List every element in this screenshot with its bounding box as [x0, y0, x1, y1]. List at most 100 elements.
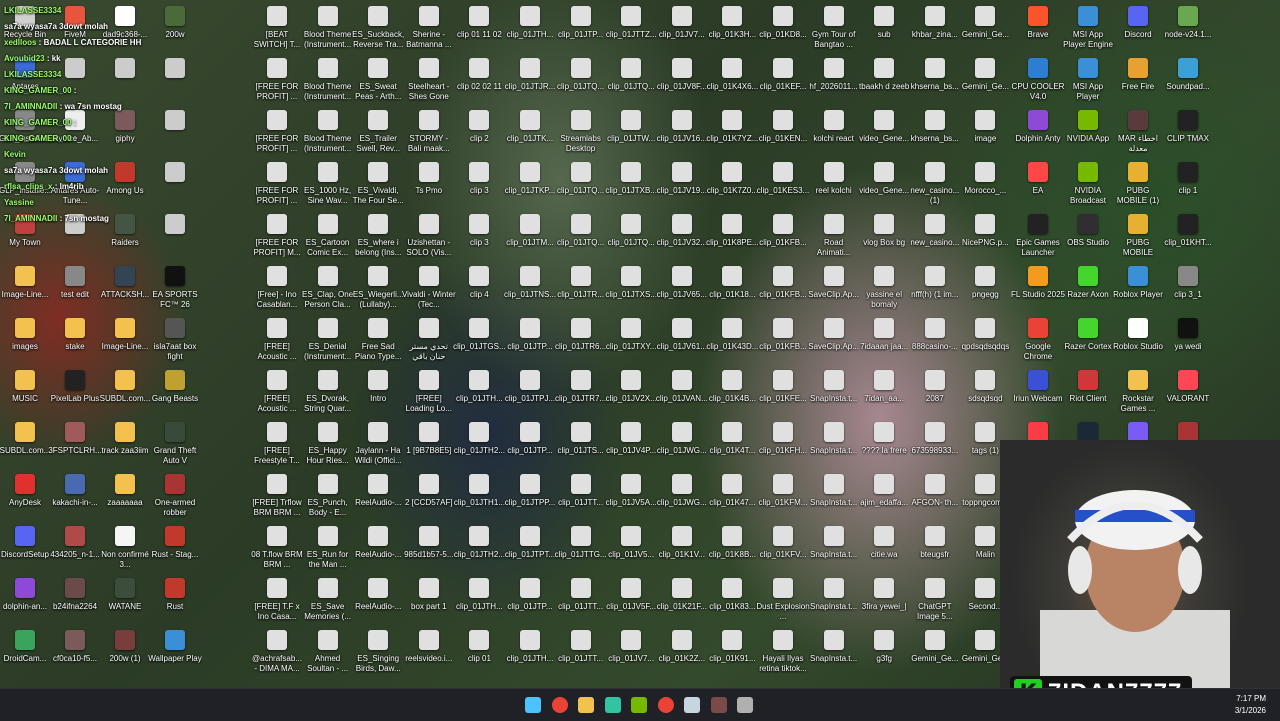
desktop-icon[interactable]: citie.wa: [859, 526, 909, 578]
desktop-icon[interactable]: clip_01K2Z...: [657, 630, 707, 682]
desktop-icon[interactable]: [Free] - Ino Casablan...: [252, 266, 302, 318]
desktop-icon[interactable]: clip_01JTXY...: [606, 318, 656, 370]
desktop-icon[interactable]: zaaaaaaa: [100, 474, 150, 526]
desktop-icon[interactable]: [FREE FOR PROFIT] ...: [252, 162, 302, 214]
desktop-icon[interactable]: SaveClip.Ap...: [808, 266, 859, 318]
desktop-icon[interactable]: CLIP TMAX: [1163, 110, 1213, 162]
desktop-icon[interactable]: SnapInsta.t...: [809, 526, 859, 578]
desktop-icon[interactable]: Morocco_...: [960, 162, 1010, 214]
desktop-icon[interactable]: clip 1: [1163, 162, 1213, 214]
desktop-icon[interactable]: Uzishettan - SOLO (Vis...: [404, 214, 454, 266]
desktop-icon[interactable]: [FREE] Loading Lo...: [404, 370, 454, 422]
desktop-icon[interactable]: 2 [CCD57AF]: [404, 474, 454, 526]
desktop-icon[interactable]: Riot Client: [1063, 370, 1113, 422]
desktop-icon[interactable]: clip_01JV5...: [606, 526, 656, 578]
desktop-icon[interactable]: clip 4: [454, 266, 504, 318]
desktop-icon[interactable]: @achrafsab... - DIMA MA...: [252, 630, 302, 682]
steam-button[interactable]: [680, 693, 704, 717]
desktop-icon[interactable]: 985d1b57-5...: [404, 526, 454, 578]
desktop-icon[interactable]: clip_01JTH...: [454, 370, 504, 422]
desktop-icon[interactable]: MSI App Player: [1063, 58, 1113, 110]
desktop-icon[interactable]: EA SPORTS FC™ 26: [150, 266, 200, 318]
desktop-icon[interactable]: clip_01K18...: [707, 266, 757, 318]
desktop-icon[interactable]: clip 2: [454, 110, 504, 162]
desktop-icon[interactable]: sdsqdsqd: [960, 370, 1010, 422]
desktop-icon[interactable]: ES_Sweat Peas - Arth...: [353, 58, 403, 110]
desktop-icon[interactable]: yassine el bomaly: [859, 266, 909, 318]
desktop-icon[interactable]: isla7aat box fight: [150, 318, 200, 370]
desktop-icon[interactable]: node-v24.1...: [1163, 6, 1213, 58]
desktop-icon[interactable]: Streamlabs Desktop: [556, 110, 606, 162]
desktop-icon[interactable]: 2087: [910, 370, 960, 422]
desktop-icon[interactable]: ajim_edaffa...: [859, 474, 909, 526]
system-clock[interactable]: 7:17 PM 3/1/2026: [1235, 693, 1266, 717]
desktop-icon[interactable]: ES_Save Memories (...: [303, 578, 353, 630]
desktop-icon[interactable]: clip_01K4T...: [707, 422, 757, 474]
desktop-icon[interactable]: [FREE] Acoustic ...: [252, 370, 302, 422]
desktop-icon[interactable]: Razer Axon: [1063, 266, 1113, 318]
desktop-icon[interactable]: clip_01JV4P...: [606, 422, 656, 474]
desktop-icon[interactable]: new_casino...(1): [910, 162, 960, 214]
desktop-icon[interactable]: clip_01JTQ...: [606, 58, 656, 110]
desktop-icon[interactable]: clip_01K8B...: [707, 526, 757, 578]
desktop-icon[interactable]: ES_Denial (Instrument...: [303, 318, 353, 370]
desktop-icon[interactable]: vlog Box bg: [859, 214, 909, 266]
desktop-icon[interactable]: clip_01KFB...: [758, 318, 808, 370]
desktop-icon[interactable]: clip_01JTP...: [505, 318, 555, 370]
desktop-icon[interactable]: 888casino-...: [910, 318, 960, 370]
desktop-icon[interactable]: Discord: [1113, 6, 1163, 58]
desktop-icon[interactable]: AnyDesk: [0, 474, 50, 526]
desktop-icon[interactable]: b24ifna2264: [50, 578, 100, 630]
desktop-icon[interactable]: clip_01K1V...: [657, 526, 707, 578]
start-button[interactable]: [521, 693, 545, 717]
desktop-icon[interactable]: Gemini_Ge...: [910, 630, 960, 682]
desktop-icon[interactable]: clip_01JTH...: [505, 6, 555, 58]
desktop-icon[interactable]: clip_01JTP...: [505, 422, 555, 474]
streamlabs-button[interactable]: [601, 693, 625, 717]
desktop-icon[interactable]: 3fira yewei_|: [859, 578, 909, 630]
desktop-icon[interactable]: SUBDL.com...: [100, 370, 150, 422]
desktop-icon[interactable]: dad9c368-...: [100, 6, 150, 58]
desktop-icon[interactable]: ES_Clap, One Person Cla...: [302, 266, 353, 318]
desktop-icon[interactable]: ES_Happy Hour Ries...: [303, 422, 353, 474]
desktop-icon[interactable]: [FREE] T.F x Ino Casa...: [252, 578, 302, 630]
desktop-icon[interactable]: [BEAT SWITCH] T...: [252, 6, 302, 58]
desktop-icon[interactable]: Epic Games Launcher: [1013, 214, 1063, 266]
app-button[interactable]: [707, 693, 731, 717]
desktop-icon[interactable]: 3FSPTCLRH...: [48, 422, 102, 474]
desktop-icon[interactable]: clip_01JV8F...: [657, 58, 707, 110]
desktop-icon[interactable]: clip 02 02 11: [454, 58, 504, 110]
desktop-icon[interactable]: clip_01KFV...: [758, 526, 808, 578]
desktop-icon[interactable]: clip_01JTS...: [556, 422, 606, 474]
desktop-icon[interactable]: Rust - Stag...: [150, 526, 200, 578]
desktop-icon[interactable]: clip_01JWG...: [657, 474, 707, 526]
desktop-icon[interactable]: clip_01JTH2...: [454, 526, 505, 578]
desktop-icon[interactable]: ES_Dvorak, String Quar...: [303, 370, 353, 422]
desktop-icon[interactable]: FiveM: [50, 6, 100, 58]
desktop-icon[interactable]: GLP_installe...: [0, 110, 51, 162]
desktop-icon[interactable]: ES_Suckback, Reverse Tra...: [352, 6, 404, 58]
desktop-icon[interactable]: PixelLab Plus: [50, 370, 100, 422]
desktop-icon[interactable]: clip_01KFE...: [758, 370, 808, 422]
desktop-icon[interactable]: clip_01JTH...: [454, 578, 504, 630]
desktop-icon[interactable]: kolchi react: [809, 110, 859, 162]
desktop-icon[interactable]: clip 3_1: [1163, 266, 1213, 318]
desktop-icon[interactable]: clip_01JTQ...: [556, 58, 606, 110]
desktop-icon[interactable]: ES_Vivaldi, The Four Se...: [353, 162, 404, 214]
desktop-icon[interactable]: clip_01JTR6...: [555, 318, 606, 370]
desktop-icon[interactable]: clip_01JTR7...: [555, 370, 606, 422]
desktop-icon[interactable]: Rust: [150, 578, 200, 630]
desktop-icon[interactable]: clip_01JTM...: [505, 214, 555, 266]
desktop-icon[interactable]: VALORANT: [1163, 370, 1213, 422]
desktop-icon[interactable]: [50, 58, 100, 110]
desktop-icon[interactable]: clip_01JTTZ...: [606, 6, 657, 58]
desktop-icon[interactable]: ES_Wiegerli... (Lullaby)...: [353, 266, 404, 318]
chrome-button-2[interactable]: [654, 693, 678, 717]
desktop-icon[interactable]: clip_01JV61...: [657, 318, 707, 370]
desktop-icon[interactable]: [50, 214, 100, 266]
desktop-icon[interactable]: clip_01JTT...: [556, 578, 606, 630]
desktop-icon[interactable]: clip_01K7YZ...: [706, 110, 758, 162]
desktop-icon[interactable]: clip_01K47...: [707, 474, 757, 526]
desktop-icon[interactable]: Hayali Ilyas retina tiktok...: [758, 630, 808, 682]
desktop-icon[interactable]: nfff(h) (1 im...: [910, 266, 960, 318]
